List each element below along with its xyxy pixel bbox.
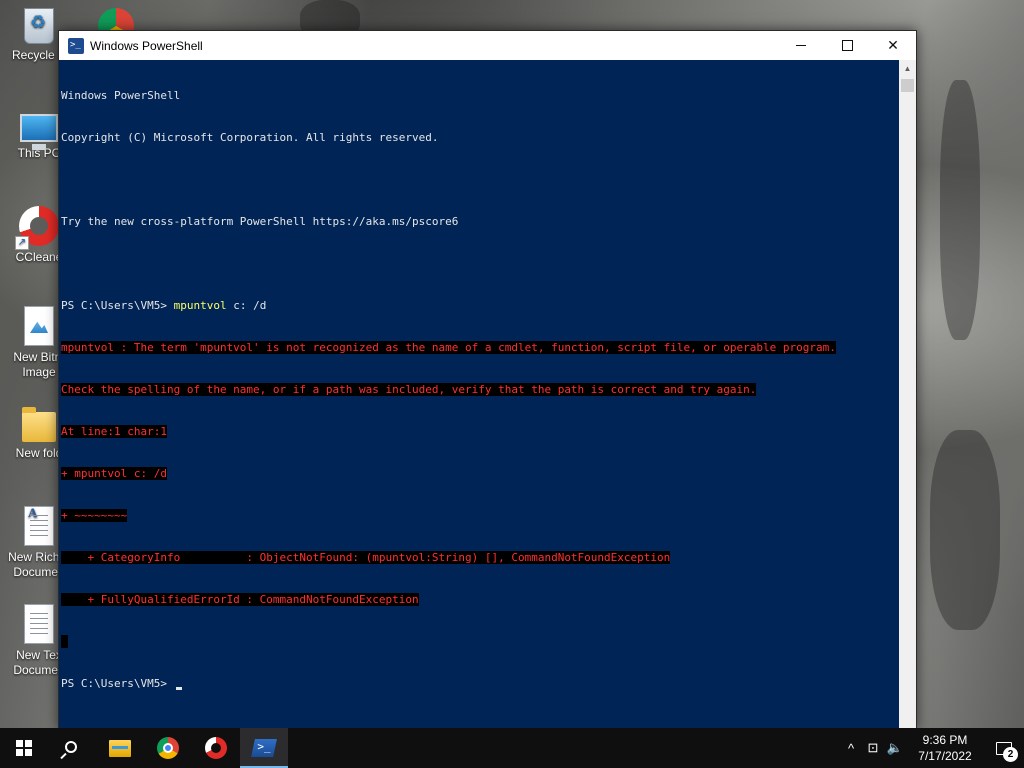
windows-start-icon: [16, 740, 32, 756]
powershell-icon: [251, 739, 277, 757]
powershell-window[interactable]: Windows PowerShell ✕ Windows PowerShell …: [58, 30, 917, 730]
error-text: Check the spelling of the name, or if a …: [61, 383, 757, 396]
bitmap-file-icon: [24, 306, 54, 346]
window-controls: ✕: [778, 31, 916, 60]
console-command-args: c: /d: [226, 299, 267, 312]
window-title: Windows PowerShell: [90, 38, 203, 53]
show-hidden-icons-chevron-icon[interactable]: ^: [840, 728, 862, 768]
console-error-line: + FullyQualifiedErrorId : CommandNotFoun…: [61, 593, 899, 607]
search-icon: [64, 740, 77, 753]
text-document-icon: [24, 604, 54, 644]
system-tray: ^ ⊡ 🔈 9:36 PM 7/17/2022 2: [840, 728, 1024, 768]
scroll-up-arrow-icon[interactable]: ▲: [899, 60, 916, 77]
console-error-line: + CategoryInfo : ObjectNotFound: (mpuntv…: [61, 551, 899, 565]
file-explorer-icon: [109, 739, 131, 757]
error-text: + CategoryInfo : ObjectNotFound: (mpuntv…: [61, 551, 671, 564]
console-error-line: mpuntvol : The term 'mpuntvol' is not re…: [61, 341, 899, 355]
clock[interactable]: 9:36 PM 7/17/2022: [906, 732, 984, 764]
ccleaner-icon: [15, 206, 59, 250]
start-button[interactable]: [0, 728, 48, 768]
rtf-document-icon: [24, 505, 54, 546]
error-text: + FullyQualifiedErrorId : CommandNotFoun…: [61, 593, 419, 606]
volume-icon[interactable]: 🔈: [884, 728, 906, 768]
chrome-icon: [157, 737, 179, 759]
clock-time: 9:36 PM: [922, 733, 968, 747]
window-titlebar[interactable]: Windows PowerShell ✕: [59, 31, 916, 60]
console-output[interactable]: Windows PowerShell Copyright (C) Microso…: [59, 60, 899, 729]
close-button[interactable]: ✕: [870, 31, 916, 60]
console-prompt-line[interactable]: PS C:\Users\VM5>: [61, 677, 899, 691]
console-prompt: PS C:\Users\VM5>: [61, 299, 174, 312]
ccleaner-icon: [205, 737, 227, 759]
scroll-thumb[interactable]: [901, 79, 914, 92]
console-line: Windows PowerShell: [61, 89, 181, 102]
console-error-line: + ~~~~~~~~: [61, 509, 899, 523]
action-center-button[interactable]: 2: [984, 728, 1024, 768]
console-line: Copyright (C) Microsoft Corporation. All…: [61, 131, 439, 144]
minimize-button[interactable]: [778, 31, 824, 60]
folder-icon: [22, 407, 56, 442]
recycle-bin-icon: [24, 8, 54, 44]
console-line: Try the new cross-platform PowerShell ht…: [61, 215, 459, 228]
console-error-line: + mpuntvol c: /d: [61, 467, 899, 481]
error-text: [61, 635, 68, 648]
network-icon[interactable]: ⊡: [862, 728, 884, 768]
taskbar-powershell[interactable]: [240, 728, 288, 768]
console-prompt: PS C:\Users\VM5>: [61, 677, 174, 690]
clock-date: 7/17/2022: [918, 749, 972, 763]
taskbar-file-explorer[interactable]: [96, 728, 144, 768]
text-cursor: [175, 687, 182, 690]
taskbar: ^ ⊡ 🔈 9:36 PM 7/17/2022 2: [0, 728, 1024, 768]
maximize-button[interactable]: [824, 31, 870, 60]
error-text: mpuntvol : The term 'mpuntvol' is not re…: [61, 341, 836, 354]
console-error-line: [61, 635, 899, 649]
wallpaper-streak: [940, 80, 980, 340]
taskbar-ccleaner[interactable]: [192, 728, 240, 768]
console-command-line: PS C:\Users\VM5> mpuntvol c: /d: [61, 299, 899, 313]
wallpaper-streak: [930, 430, 1000, 630]
taskbar-chrome[interactable]: [144, 728, 192, 768]
notification-count-badge: 2: [1003, 747, 1018, 762]
console-error-line: Check the spelling of the name, or if a …: [61, 383, 899, 397]
vertical-scrollbar[interactable]: ▲: [899, 60, 916, 729]
search-button[interactable]: [48, 728, 96, 768]
powershell-icon: [68, 37, 84, 54]
error-text: + ~~~~~~~~: [61, 509, 128, 522]
error-text: At line:1 char:1: [61, 425, 167, 438]
error-text: + mpuntvol c: /d: [61, 467, 167, 480]
computer-icon: [20, 114, 58, 150]
console-error-line: At line:1 char:1: [61, 425, 899, 439]
console-command-name: mpuntvol: [173, 299, 227, 312]
